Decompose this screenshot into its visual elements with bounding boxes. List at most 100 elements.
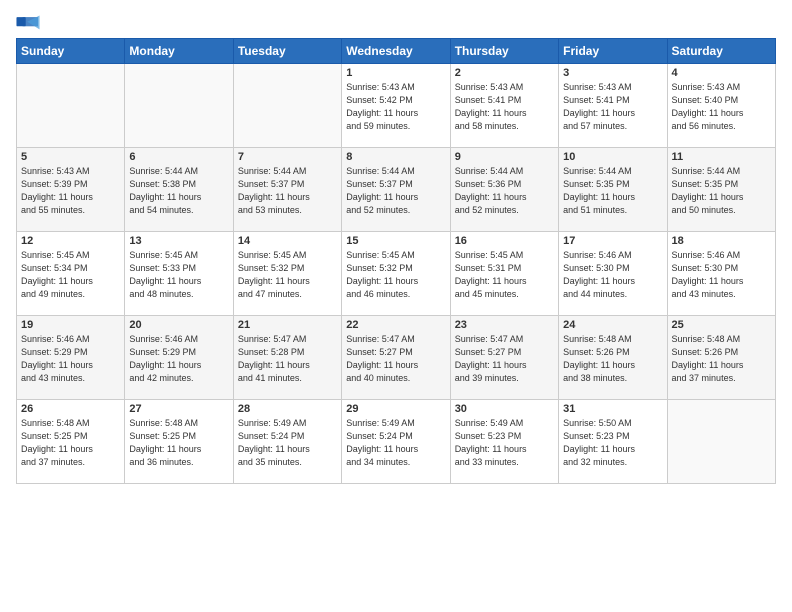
- day-cell: 25 Sunrise: 5:48 AM Sunset: 5:26 PM Dayli…: [667, 316, 775, 400]
- day-number: 16: [455, 235, 554, 247]
- header-cell-friday: Friday: [559, 39, 667, 64]
- day-info: Sunrise: 5:43 AM Sunset: 5:39 PM Dayligh…: [21, 165, 120, 217]
- day-number: 29: [346, 403, 445, 415]
- day-info: Sunrise: 5:45 AM Sunset: 5:32 PM Dayligh…: [238, 249, 337, 301]
- week-row-4: 26 Sunrise: 5:48 AM Sunset: 5:25 PM Dayli…: [17, 400, 776, 484]
- header-cell-sunday: Sunday: [17, 39, 125, 64]
- day-number: 4: [672, 67, 771, 79]
- day-cell: 14 Sunrise: 5:45 AM Sunset: 5:32 PM Dayli…: [233, 232, 341, 316]
- day-cell: [125, 64, 233, 148]
- day-number: 11: [672, 151, 771, 163]
- day-number: 2: [455, 67, 554, 79]
- day-number: 22: [346, 319, 445, 331]
- day-info: Sunrise: 5:49 AM Sunset: 5:24 PM Dayligh…: [238, 417, 337, 469]
- day-number: 19: [21, 319, 120, 331]
- day-cell: 3 Sunrise: 5:43 AM Sunset: 5:41 PM Daylig…: [559, 64, 667, 148]
- day-cell: 11Sunrise: 5:44 AM Sunset: 5:35 PM Dayli…: [667, 148, 775, 232]
- day-number: 14: [238, 235, 337, 247]
- day-cell: 16 Sunrise: 5:45 AM Sunset: 5:31 PM Dayli…: [450, 232, 558, 316]
- day-info: Sunrise: 5:45 AM Sunset: 5:31 PM Dayligh…: [455, 249, 554, 301]
- day-cell: [667, 400, 775, 484]
- day-cell: 22 Sunrise: 5:47 AM Sunset: 5:27 PM Dayli…: [342, 316, 450, 400]
- day-info: Sunrise: 5:49 AM Sunset: 5:23 PM Dayligh…: [455, 417, 554, 469]
- day-info: Sunrise: 5:48 AM Sunset: 5:25 PM Dayligh…: [129, 417, 228, 469]
- day-number: 18: [672, 235, 771, 247]
- header-cell-thursday: Thursday: [450, 39, 558, 64]
- day-number: 1: [346, 67, 445, 79]
- day-cell: 15 Sunrise: 5:45 AM Sunset: 5:32 PM Dayli…: [342, 232, 450, 316]
- day-info: Sunrise: 5:47 AM Sunset: 5:27 PM Dayligh…: [346, 333, 445, 385]
- day-cell: 4 Sunrise: 5:43 AM Sunset: 5:40 PM Daylig…: [667, 64, 775, 148]
- day-cell: 7 Sunrise: 5:44 AM Sunset: 5:37 PM Daylig…: [233, 148, 341, 232]
- day-number: 10: [563, 151, 662, 163]
- day-cell: 6 Sunrise: 5:44 AM Sunset: 5:38 PM Daylig…: [125, 148, 233, 232]
- day-info: Sunrise: 5:43 AM Sunset: 5:42 PM Dayligh…: [346, 81, 445, 133]
- day-number: 6: [129, 151, 228, 163]
- day-info: Sunrise: 5:44 AM Sunset: 5:37 PM Dayligh…: [238, 165, 337, 217]
- calendar-header: SundayMondayTuesdayWednesdayThursdayFrid…: [17, 39, 776, 64]
- day-cell: [233, 64, 341, 148]
- day-cell: 31 Sunrise: 5:50 AM Sunset: 5:23 PM Dayli…: [559, 400, 667, 484]
- day-info: Sunrise: 5:46 AM Sunset: 5:29 PM Dayligh…: [21, 333, 120, 385]
- day-cell: 19 Sunrise: 5:46 AM Sunset: 5:29 PM Dayli…: [17, 316, 125, 400]
- day-number: 31: [563, 403, 662, 415]
- day-cell: 17Sunrise: 5:46 AM Sunset: 5:30 PM Dayli…: [559, 232, 667, 316]
- header-cell-wednesday: Wednesday: [342, 39, 450, 64]
- calendar-body: 1 Sunrise: 5:43 AM Sunset: 5:42 PM Daylig…: [17, 64, 776, 484]
- day-number: 15: [346, 235, 445, 247]
- day-cell: 12 Sunrise: 5:45 AM Sunset: 5:34 PM Dayli…: [17, 232, 125, 316]
- day-info: Sunrise: 5:45 AM Sunset: 5:34 PM Dayligh…: [21, 249, 120, 301]
- header-cell-monday: Monday: [125, 39, 233, 64]
- day-info: Sunrise: 5:47 AM Sunset: 5:28 PM Dayligh…: [238, 333, 337, 385]
- day-number: 20: [129, 319, 228, 331]
- day-cell: 18Sunrise: 5:46 AM Sunset: 5:30 PM Dayli…: [667, 232, 775, 316]
- week-row-1: 5 Sunrise: 5:43 AM Sunset: 5:39 PM Daylig…: [17, 148, 776, 232]
- logo-icon: [16, 14, 40, 34]
- day-info: Sunrise: 5:44 AM Sunset: 5:37 PM Dayligh…: [346, 165, 445, 217]
- day-number: 24: [563, 319, 662, 331]
- day-cell: 24 Sunrise: 5:48 AM Sunset: 5:26 PM Dayli…: [559, 316, 667, 400]
- day-number: 3: [563, 67, 662, 79]
- header-cell-tuesday: Tuesday: [233, 39, 341, 64]
- day-cell: 9 Sunrise: 5:44 AM Sunset: 5:36 PM Daylig…: [450, 148, 558, 232]
- day-info: Sunrise: 5:48 AM Sunset: 5:26 PM Dayligh…: [563, 333, 662, 385]
- day-info: Sunrise: 5:43 AM Sunset: 5:40 PM Dayligh…: [672, 81, 771, 133]
- day-number: 5: [21, 151, 120, 163]
- day-cell: 30 Sunrise: 5:49 AM Sunset: 5:23 PM Dayli…: [450, 400, 558, 484]
- day-info: Sunrise: 5:49 AM Sunset: 5:24 PM Dayligh…: [346, 417, 445, 469]
- day-number: 27: [129, 403, 228, 415]
- day-cell: 13 Sunrise: 5:45 AM Sunset: 5:33 PM Dayli…: [125, 232, 233, 316]
- day-cell: 27 Sunrise: 5:48 AM Sunset: 5:25 PM Dayli…: [125, 400, 233, 484]
- day-number: 26: [21, 403, 120, 415]
- day-number: 12: [21, 235, 120, 247]
- day-cell: 21Sunrise: 5:47 AM Sunset: 5:28 PM Dayli…: [233, 316, 341, 400]
- day-info: Sunrise: 5:44 AM Sunset: 5:36 PM Dayligh…: [455, 165, 554, 217]
- day-info: Sunrise: 5:44 AM Sunset: 5:38 PM Dayligh…: [129, 165, 228, 217]
- day-info: Sunrise: 5:45 AM Sunset: 5:33 PM Dayligh…: [129, 249, 228, 301]
- day-number: 28: [238, 403, 337, 415]
- day-info: Sunrise: 5:50 AM Sunset: 5:23 PM Dayligh…: [563, 417, 662, 469]
- day-number: 9: [455, 151, 554, 163]
- day-number: 25: [672, 319, 771, 331]
- header-cell-saturday: Saturday: [667, 39, 775, 64]
- day-info: Sunrise: 5:48 AM Sunset: 5:25 PM Dayligh…: [21, 417, 120, 469]
- week-row-0: 1 Sunrise: 5:43 AM Sunset: 5:42 PM Daylig…: [17, 64, 776, 148]
- day-info: Sunrise: 5:43 AM Sunset: 5:41 PM Dayligh…: [455, 81, 554, 133]
- calendar-table: SundayMondayTuesdayWednesdayThursdayFrid…: [16, 38, 776, 484]
- day-info: Sunrise: 5:45 AM Sunset: 5:32 PM Dayligh…: [346, 249, 445, 301]
- week-row-2: 12 Sunrise: 5:45 AM Sunset: 5:34 PM Dayli…: [17, 232, 776, 316]
- day-info: Sunrise: 5:47 AM Sunset: 5:27 PM Dayligh…: [455, 333, 554, 385]
- week-row-3: 19 Sunrise: 5:46 AM Sunset: 5:29 PM Dayli…: [17, 316, 776, 400]
- day-cell: 10 Sunrise: 5:44 AM Sunset: 5:35 PM Dayli…: [559, 148, 667, 232]
- day-number: 13: [129, 235, 228, 247]
- day-info: Sunrise: 5:48 AM Sunset: 5:26 PM Dayligh…: [672, 333, 771, 385]
- day-cell: 2 Sunrise: 5:43 AM Sunset: 5:41 PM Daylig…: [450, 64, 558, 148]
- day-info: Sunrise: 5:43 AM Sunset: 5:41 PM Dayligh…: [563, 81, 662, 133]
- day-number: 7: [238, 151, 337, 163]
- day-number: 30: [455, 403, 554, 415]
- calendar-container: SundayMondayTuesdayWednesdayThursdayFrid…: [0, 0, 792, 492]
- day-cell: 5 Sunrise: 5:43 AM Sunset: 5:39 PM Daylig…: [17, 148, 125, 232]
- day-info: Sunrise: 5:44 AM Sunset: 5:35 PM Dayligh…: [563, 165, 662, 217]
- day-cell: 23Sunrise: 5:47 AM Sunset: 5:27 PM Dayli…: [450, 316, 558, 400]
- day-info: Sunrise: 5:46 AM Sunset: 5:30 PM Dayligh…: [563, 249, 662, 301]
